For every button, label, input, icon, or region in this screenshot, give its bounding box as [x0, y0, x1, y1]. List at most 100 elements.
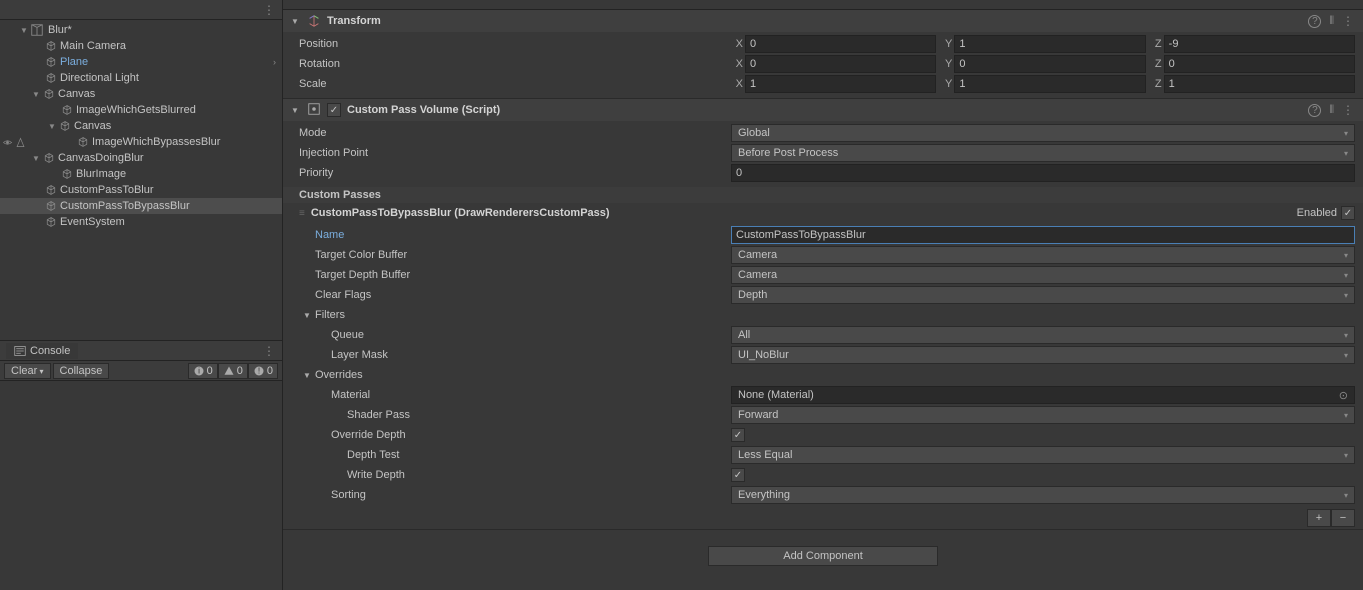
info-count[interactable]: i0 [188, 363, 218, 379]
foldout-icon[interactable] [291, 17, 301, 26]
scale-z-field[interactable] [1164, 75, 1355, 93]
help-icon[interactable] [1308, 104, 1321, 117]
target-color-dropdown[interactable]: Camera [731, 246, 1355, 264]
hierarchy-item[interactable]: BlurImage [0, 166, 282, 182]
transform-component: Transform ⫴ ⋮ Position X Y Z Rotation X [283, 10, 1363, 99]
hierarchy-item[interactable]: ▼Canvas [0, 118, 282, 134]
component-menu-icon[interactable]: ⋮ [1342, 14, 1355, 28]
rotation-label: Rotation [291, 58, 731, 70]
write-depth-checkbox[interactable] [731, 468, 745, 482]
custom-pass-component: Custom Pass Volume (Script) ⫴ ⋮ ModeGlob… [283, 99, 1363, 530]
custom-pass-title: Custom Pass Volume (Script) [347, 104, 500, 116]
target-depth-dropdown[interactable]: Camera [731, 266, 1355, 284]
mode-dropdown[interactable]: Global [731, 124, 1355, 142]
hierarchy-tree: ▼ Blur* Main Camera Plane › Directional Lig… [0, 20, 282, 232]
z-label: Z [1150, 38, 1162, 50]
name-field[interactable] [731, 226, 1355, 244]
hierarchy-item[interactable]: Directional Light [0, 70, 282, 86]
hierarchy-item[interactable]: ImageWhichBypassesBlur [0, 134, 282, 150]
depth-test-dropdown[interactable]: Less Equal [731, 446, 1355, 464]
custom-passes-label: Custom Passes [283, 187, 1363, 203]
hierarchy-item[interactable]: EventSystem [0, 214, 282, 230]
scale-x-field[interactable] [745, 75, 936, 93]
gameobject-icon [76, 135, 90, 149]
hierarchy-item[interactable]: ImageWhichGetsBlurred [0, 102, 282, 118]
shader-pass-label: Shader Pass [291, 409, 731, 421]
preset-icon[interactable]: ⫴ [1329, 104, 1334, 117]
material-label: Material [291, 389, 731, 401]
help-icon[interactable] [1308, 15, 1321, 28]
injection-dropdown[interactable]: Before Post Process [731, 144, 1355, 162]
error-count[interactable]: !0 [248, 363, 278, 379]
clear-flags-dropdown[interactable]: Depth [731, 286, 1355, 304]
hierarchy-item[interactable]: ▼ CanvasDoingBlur [0, 150, 282, 166]
write-depth-label: Write Depth [291, 469, 731, 481]
console-menu-icon[interactable]: ⋮ [263, 344, 276, 358]
clear-button[interactable]: Clear [4, 363, 51, 379]
y-label: Y [940, 38, 952, 50]
foldout-icon[interactable] [303, 371, 313, 380]
position-z-field[interactable] [1164, 35, 1355, 53]
hierarchy-menu-icon[interactable]: ⋮ [263, 3, 276, 17]
foldout-icon[interactable]: ▼ [30, 152, 42, 164]
hierarchy-item[interactable]: Plane › [0, 54, 282, 70]
material-field[interactable]: None (Material) [731, 386, 1355, 404]
rotation-y-field[interactable] [954, 55, 1145, 73]
position-x-field[interactable] [745, 35, 936, 53]
scene-row[interactable]: ▼ Blur* [0, 22, 282, 38]
scale-y-field[interactable] [954, 75, 1145, 93]
position-y-field[interactable] [954, 35, 1145, 53]
component-enabled-checkbox[interactable] [327, 103, 341, 117]
foldout-icon[interactable]: ▼ [18, 24, 30, 36]
queue-label: Queue [291, 329, 731, 341]
warn-count[interactable]: 0 [218, 363, 248, 379]
sorting-dropdown[interactable]: Everything [731, 486, 1355, 504]
custom-pass-header[interactable]: Custom Pass Volume (Script) ⫴ ⋮ [283, 99, 1363, 121]
remove-pass-button[interactable]: − [1331, 509, 1355, 527]
drag-handle-icon[interactable]: ≡ [299, 208, 305, 219]
pass-header: ≡ CustomPassToBypassBlur (DrawRenderersC… [283, 203, 1363, 223]
foldout-icon[interactable]: ▼ [30, 88, 42, 100]
console-tab[interactable]: Console [6, 343, 78, 359]
hierarchy-item[interactable]: CustomPassToBlur [0, 182, 282, 198]
foldout-icon[interactable] [291, 106, 301, 115]
gameobject-icon [60, 167, 74, 181]
layer-mask-dropdown[interactable]: UI_NoBlur [731, 346, 1355, 364]
foldout-icon[interactable] [303, 311, 313, 320]
hierarchy-item-label: EventSystem [60, 216, 125, 228]
hierarchy-item-label: Canvas [58, 88, 95, 100]
left-panel: ⋮ ▼ Blur* Main Camera Plane › Directional L… [0, 0, 283, 590]
gameobject-icon [44, 71, 58, 85]
transform-header[interactable]: Transform ⫴ ⋮ [283, 10, 1363, 32]
console-tabbar: Console ⋮ [0, 341, 282, 361]
scale-label: Scale [291, 78, 731, 90]
queue-dropdown[interactable]: All [731, 326, 1355, 344]
preset-icon[interactable]: ⫴ [1329, 15, 1334, 28]
rotation-x-field[interactable] [745, 55, 936, 73]
hierarchy-item-label: CustomPassToBlur [60, 184, 154, 196]
hierarchy-item-label: Plane [60, 56, 88, 68]
add-component-button[interactable]: Add Component [708, 546, 938, 566]
chevron-right-icon: › [273, 57, 276, 67]
add-pass-button[interactable]: + [1307, 509, 1331, 527]
hierarchy-item[interactable]: ▼ Canvas [0, 86, 282, 102]
hierarchy-item-label: CanvasDoingBlur [58, 152, 144, 164]
enabled-label: Enabled [1297, 207, 1337, 219]
shader-pass-dropdown[interactable]: Forward [731, 406, 1355, 424]
visibility-toggles[interactable] [2, 137, 26, 148]
priority-field[interactable] [731, 164, 1355, 182]
component-menu-icon[interactable]: ⋮ [1342, 103, 1355, 117]
target-color-label: Target Color Buffer [291, 249, 731, 261]
gameobject-icon [44, 215, 58, 229]
hierarchy-item[interactable]: CustomPassToBypassBlur [0, 198, 282, 214]
clear-flags-label: Clear Flags [291, 289, 731, 301]
hierarchy-item[interactable]: Main Camera [0, 38, 282, 54]
injection-label: Injection Point [291, 147, 731, 159]
foldout-icon[interactable]: ▼ [46, 120, 58, 132]
rotation-z-field[interactable] [1164, 55, 1355, 73]
svg-text:i: i [198, 366, 200, 375]
collapse-button[interactable]: Collapse [53, 363, 110, 379]
layer-mask-label: Layer Mask [291, 349, 731, 361]
pass-enabled-checkbox[interactable] [1341, 206, 1355, 220]
override-depth-checkbox[interactable] [731, 428, 745, 442]
